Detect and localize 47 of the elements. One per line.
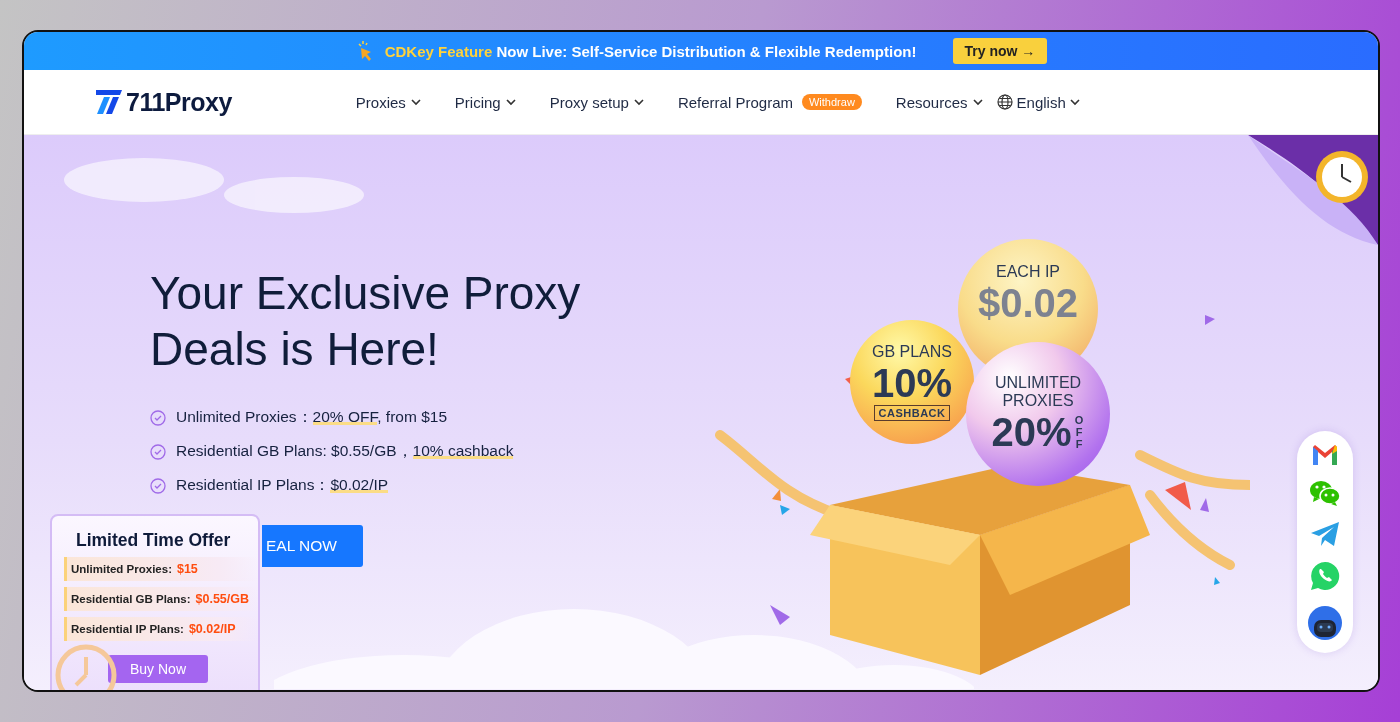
check-circle-icon (150, 477, 166, 494)
check-circle-icon (150, 409, 166, 426)
try-now-button[interactable]: Try now → (952, 38, 1048, 64)
caret-icon (972, 98, 983, 106)
feature-text: Residential IP Plans：$0.02/IP (176, 475, 389, 495)
logo-text[interactable]: 711Proxy (126, 87, 232, 117)
hero-title: Your Exclusive Proxy Deals is Here! (150, 266, 582, 377)
nav-link[interactable]: Proxy setup (549, 93, 629, 111)
offer-label: Residential IP Plans: (71, 623, 184, 635)
balloon-value: 20% (991, 410, 1072, 454)
nav-link[interactable]: Resources (895, 93, 968, 111)
nav-link[interactable]: Referral Program (677, 93, 793, 111)
paper-plane-icon[interactable] (1310, 521, 1340, 547)
language-selector[interactable]: English (1016, 93, 1066, 111)
offer-label: Residential GB Plans: (71, 593, 191, 605)
offer-label: Unlimited Proxies: (71, 563, 172, 575)
clock-icon (54, 643, 118, 690)
mail-icon[interactable] (1311, 443, 1339, 465)
caret-icon (410, 98, 421, 106)
off-label: OFF (1073, 413, 1085, 451)
caret-icon (1069, 98, 1080, 106)
offer-price: $0.55/GB (195, 592, 250, 606)
logo-icon (96, 89, 122, 115)
nav-link[interactable]: Proxies (355, 93, 406, 111)
balloon-label: EACH IP (996, 263, 1060, 281)
balloon-label: UNLIMITED PROXIES (993, 374, 1083, 410)
phone-bubble-icon[interactable] (1310, 561, 1340, 591)
cashback-tag: CASHBACK (873, 405, 951, 421)
caret-icon (633, 98, 644, 106)
withdraw-badge: Withdraw (802, 94, 862, 110)
balloon-value: $0.02 (977, 281, 1079, 325)
feature-text: Unlimited Proxies：20% OFF, from $15 (176, 407, 447, 427)
caret-icon (505, 98, 516, 106)
balloon-label: GB PLANS (872, 343, 952, 361)
check-circle-icon (150, 443, 166, 460)
nav-link[interactable]: Pricing (454, 93, 501, 111)
offer-price: $15 (176, 562, 198, 576)
globe-icon (996, 94, 1013, 110)
buy-now-button[interactable]: Buy Now (108, 655, 209, 683)
chat-bubbles-icon[interactable] (1309, 479, 1341, 507)
feature-text: Residential GB Plans: $0.55/GB，10% cashback (176, 441, 514, 461)
balloon-value: 10% (871, 361, 953, 405)
offer-title: Limited Time Offer (76, 530, 232, 551)
robot-icon[interactable] (1307, 605, 1343, 641)
deal-now-button[interactable]: EAL NOW (262, 525, 363, 567)
announcement-text: CDKey Feature Now Live: Self-Service Distribution & Flexible Redemption! (384, 42, 917, 60)
offer-price: $0.02/IP (188, 622, 236, 636)
